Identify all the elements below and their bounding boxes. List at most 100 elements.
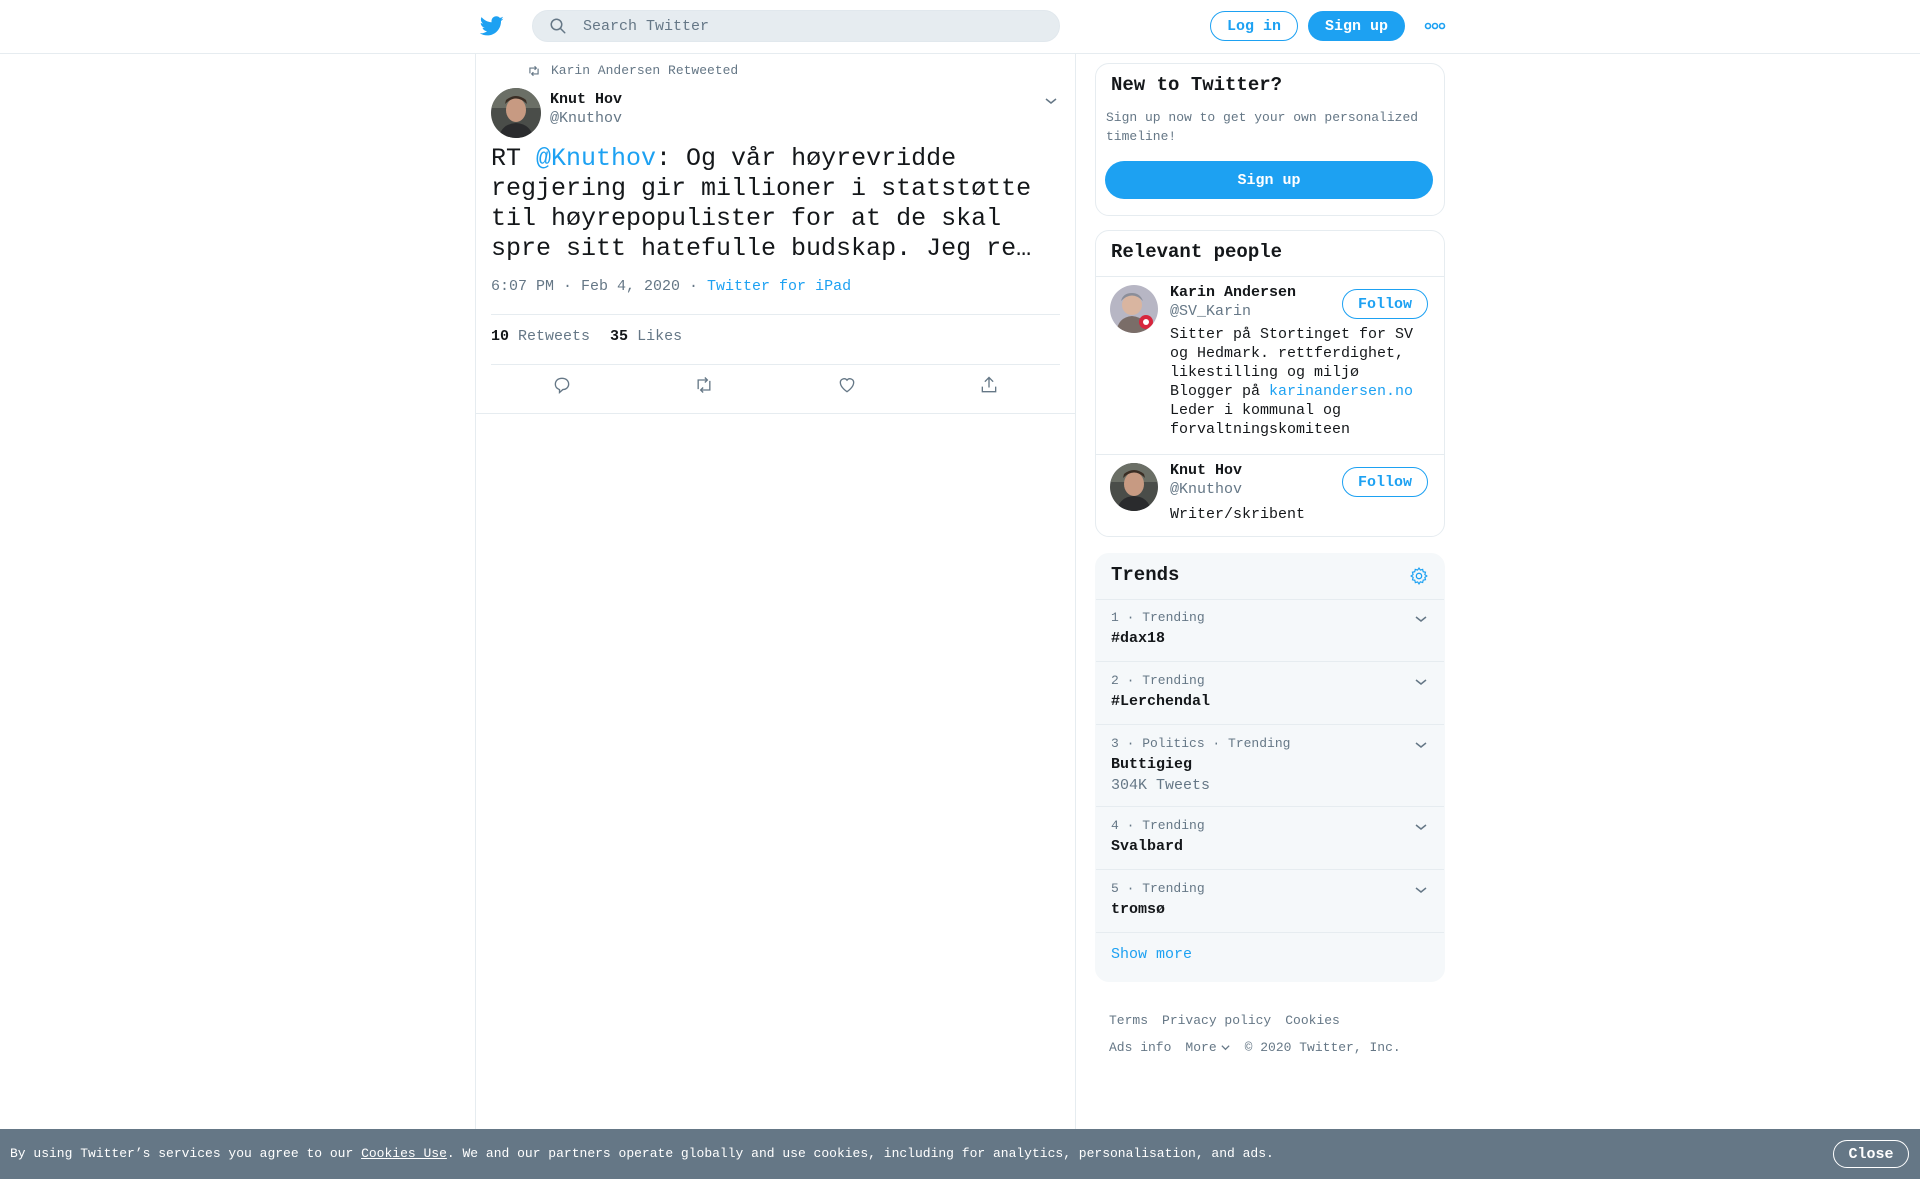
meta-separator: · <box>680 278 708 295</box>
divider <box>476 413 1075 414</box>
trend-name: tromsø <box>1111 901 1166 918</box>
cookies-use-link[interactable]: Cookies Use <box>361 1146 447 1161</box>
chevron-down-icon[interactable] <box>1414 612 1428 626</box>
retweets-stat[interactable]: 10 Retweets <box>491 328 590 345</box>
card-title: Trends <box>1111 564 1180 586</box>
card-title: Relevant people <box>1111 241 1283 263</box>
likes-count: 35 <box>610 328 629 345</box>
likes-stat[interactable]: 35 Likes <box>610 328 682 345</box>
follow-button[interactable]: Follow <box>1342 289 1428 319</box>
relevant-people-card: Relevant people Karin Andersen @SV_Karin… <box>1095 230 1445 537</box>
chevron-down-icon[interactable] <box>1414 738 1428 752</box>
trend-meta: 4 · Trending <box>1111 818 1205 833</box>
trend-name: #dax18 <box>1111 630 1166 647</box>
trend-meta: 1 · Trending <box>1111 610 1205 625</box>
trend-name: Svalbard <box>1111 838 1184 855</box>
cookie-banner: By using Twitter’s services you agree to… <box>0 1129 1920 1179</box>
new-to-twitter-card: New to Twitter? Sign up now to get your … <box>1095 63 1445 216</box>
trend-name: #Lerchendal <box>1111 693 1211 710</box>
retweets-label: Retweets <box>518 328 591 345</box>
footer-privacy-link[interactable]: Privacy policy <box>1162 1013 1271 1028</box>
footer-terms-link[interactable]: Terms <box>1109 1013 1148 1028</box>
chevron-down-icon <box>1220 1042 1231 1053</box>
search-input[interactable] <box>581 16 1025 36</box>
likes-label: Likes <box>637 328 683 345</box>
cookie-text: By using Twitter’s services you agree to… <box>10 1146 1274 1161</box>
tweet-text: RT @Knuthov: Og vår høyrevridde regjerin… <box>491 144 1066 264</box>
trend-tweet-count: 304K Tweets <box>1111 777 1211 794</box>
tweet-time[interactable]: 6:07 PM · Feb 4, 2020 <box>491 278 680 295</box>
bio-link[interactable]: karinandersen.no <box>1269 383 1413 400</box>
tweet-text-prefix: RT <box>491 144 537 173</box>
retweeted-by-text[interactable]: Karin Andersen Retweeted <box>551 63 738 78</box>
retweet-context: Karin Andersen Retweeted <box>527 63 738 78</box>
mention-link[interactable]: @Knuthov <box>536 144 656 173</box>
person-handle[interactable]: @Knuthov <box>1170 481 1242 498</box>
reply-icon[interactable] <box>552 375 572 395</box>
follow-button[interactable]: Follow <box>1342 467 1428 497</box>
footer-more-menu[interactable]: More <box>1185 1040 1230 1055</box>
twitter-bird-icon[interactable] <box>479 14 505 38</box>
trend-meta: 2 · Trending <box>1111 673 1205 688</box>
person-item[interactable]: Knut Hov @Knuthov Follow Writer/skribent <box>1096 454 1444 536</box>
cookie-text-after: . We and our partners operate globally a… <box>446 1146 1274 1161</box>
chevron-down-icon[interactable] <box>1414 820 1428 834</box>
trend-item[interactable]: 5 · Trending tromsø <box>1096 870 1444 933</box>
person-avatar[interactable] <box>1110 285 1158 333</box>
person-name[interactable]: Knut Hov <box>1170 462 1242 479</box>
retweet-icon[interactable] <box>694 375 714 395</box>
trend-item[interactable]: 3 · Politics · Trending Buttigieg 304K T… <box>1096 725 1444 807</box>
trends-header: Trends <box>1096 554 1444 600</box>
bio-text: Blogger på <box>1170 383 1270 400</box>
chevron-down-icon[interactable] <box>1414 883 1428 897</box>
login-button[interactable]: Log in <box>1210 11 1298 41</box>
search-bar[interactable] <box>532 10 1060 42</box>
footer-copyright: © 2020 Twitter, Inc. <box>1244 1040 1401 1055</box>
bio-line: Sitter på Stortinget for SV og Hedmark. … <box>1170 326 1414 381</box>
retweet-small-icon <box>527 64 541 78</box>
person-bio: Writer/skribent <box>1170 506 1306 523</box>
footer-cookies-link[interactable]: Cookies <box>1285 1013 1340 1028</box>
bio-line: Leder i kommunal og forvaltningskomiteen <box>1170 402 1351 438</box>
tweet-source-link[interactable]: Twitter for iPad <box>707 278 851 295</box>
card-title: New to Twitter? <box>1111 74 1283 96</box>
trends-card: Trends 1 · Trending #dax18 2 · Trending … <box>1095 553 1445 982</box>
tweet-meta: 6:07 PM · Feb 4, 2020 · Twitter for iPad <box>491 278 851 295</box>
author-name[interactable]: Knut Hov <box>550 91 622 108</box>
show-more-link[interactable]: Show more <box>1111 946 1192 963</box>
author-avatar[interactable] <box>491 88 541 138</box>
signup-button[interactable]: Sign up <box>1308 11 1405 41</box>
person-name[interactable]: Karin Andersen <box>1170 284 1296 301</box>
bio-line: Blogger på karinandersen.no <box>1170 382 1436 401</box>
top-header: Log in Sign up <box>0 0 1920 54</box>
person-handle[interactable]: @SV_Karin <box>1170 303 1251 320</box>
person-avatar[interactable] <box>1110 463 1158 511</box>
trend-meta: 5 · Trending <box>1111 881 1205 896</box>
sidebar-footer: Terms Privacy policy Cookies Ads info Mo… <box>1109 1013 1449 1067</box>
trend-item[interactable]: 1 · Trending #dax18 <box>1096 599 1444 662</box>
trend-item[interactable]: 4 · Trending Svalbard <box>1096 807 1444 870</box>
card-description: Sign up now to get your own personalized… <box>1106 110 1419 144</box>
gear-icon[interactable] <box>1409 566 1429 586</box>
cookie-text-before: By using Twitter’s services you agree to… <box>10 1146 362 1161</box>
tweet-column: Karin Andersen Retweeted Knut Hov @Knuth… <box>475 53 1076 1129</box>
share-icon[interactable] <box>979 375 999 395</box>
search-icon <box>549 17 567 35</box>
chevron-down-icon[interactable] <box>1043 93 1059 109</box>
footer-more-label: More <box>1185 1040 1217 1055</box>
divider <box>491 364 1060 365</box>
author-handle[interactable]: @Knuthov <box>550 110 622 127</box>
footer-ads-info-link[interactable]: Ads info <box>1109 1040 1171 1055</box>
like-icon[interactable] <box>837 375 857 395</box>
person-item[interactable]: Karin Andersen @SV_Karin Follow Sitter p… <box>1096 276 1444 454</box>
close-cookie-button[interactable]: Close <box>1833 1140 1909 1168</box>
person-bio: Sitter på Stortinget for SV og Hedmark. … <box>1170 325 1436 439</box>
tweet-stats: 10 Retweets 35 Likes <box>491 328 682 345</box>
signup-card-button[interactable]: Sign up <box>1105 161 1433 199</box>
retweets-count: 10 <box>491 328 510 345</box>
tweet-actions <box>491 367 1060 403</box>
more-dots-icon[interactable] <box>1424 18 1446 34</box>
trend-item[interactable]: 2 · Trending #Lerchendal <box>1096 662 1444 725</box>
trend-name: Buttigieg <box>1111 756 1193 773</box>
chevron-down-icon[interactable] <box>1414 675 1428 689</box>
